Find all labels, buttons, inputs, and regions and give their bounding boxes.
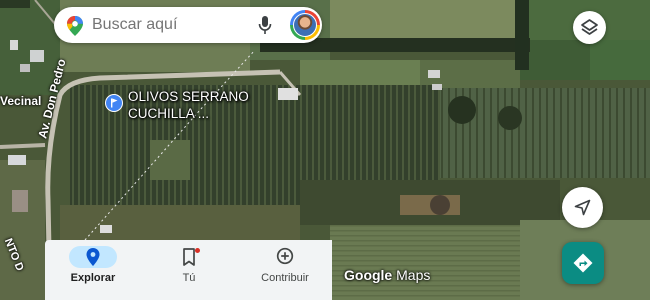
place-marker[interactable]: OLIVOS SERRANO CUCHILLA ... bbox=[105, 88, 275, 128]
directions-button[interactable] bbox=[562, 242, 604, 284]
tab-contribuir[interactable]: Contribuir bbox=[237, 240, 333, 300]
tab-tu[interactable]: Tú bbox=[141, 240, 237, 300]
tab-label: Contribuir bbox=[261, 272, 309, 284]
tab-label: Tú bbox=[182, 272, 196, 284]
google-maps-attribution: Google Maps bbox=[344, 267, 431, 283]
search-bar[interactable] bbox=[54, 7, 322, 43]
my-location-button[interactable] bbox=[562, 187, 603, 228]
google-maps-pin-icon bbox=[67, 16, 83, 36]
search-input[interactable] bbox=[92, 16, 252, 34]
navigation-arrow-icon bbox=[574, 199, 591, 216]
layers-button[interactable] bbox=[573, 11, 606, 44]
road-label-vecinal: Vecinal bbox=[0, 94, 42, 108]
microphone-icon[interactable] bbox=[258, 15, 272, 35]
place-name[interactable]: OLIVOS SERRANO CUCHILLA ... bbox=[128, 88, 278, 122]
user-avatar[interactable] bbox=[290, 10, 320, 40]
tab-explorar[interactable]: Explorar bbox=[45, 240, 141, 300]
add-circle-icon bbox=[276, 247, 294, 265]
tab-label: Explorar bbox=[70, 272, 116, 284]
notification-dot bbox=[195, 248, 200, 253]
flag-pin-icon bbox=[105, 94, 123, 112]
bottom-navigation: Explorar Tú Contribuir bbox=[45, 240, 332, 300]
layers-icon bbox=[581, 19, 598, 35]
directions-icon bbox=[573, 253, 593, 273]
location-pin-icon bbox=[86, 248, 100, 266]
